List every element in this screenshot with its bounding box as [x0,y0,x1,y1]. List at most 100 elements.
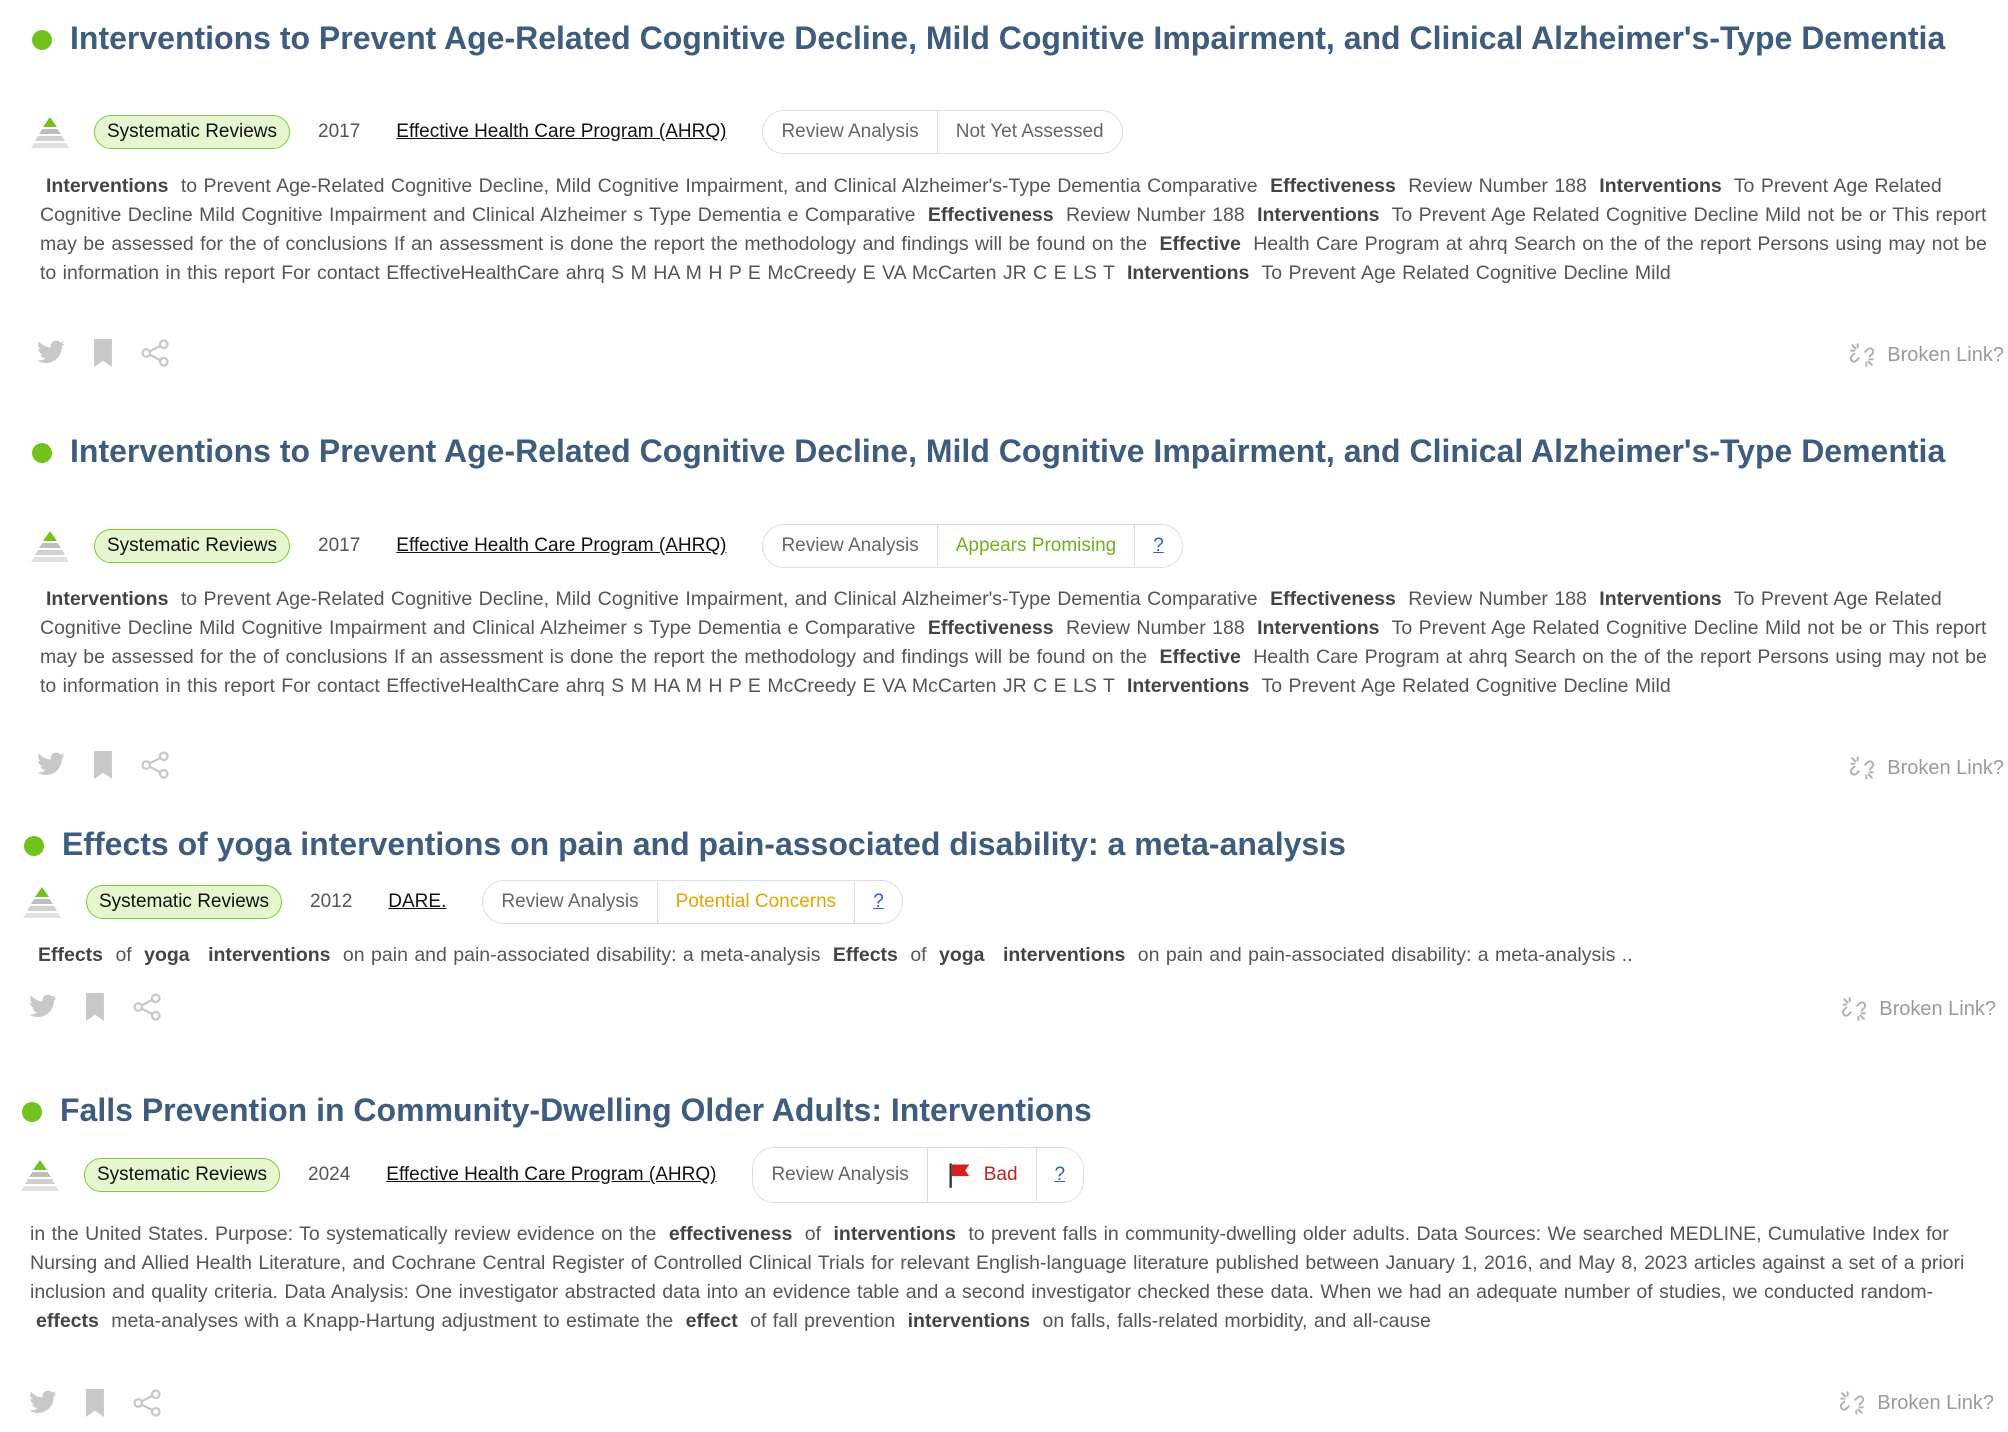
result-type-badge: Systematic Reviews [86,885,282,919]
snippet-highlight: Interventions [1257,617,1380,639]
snippet-text: of [903,944,934,966]
result-actions [28,992,188,1022]
result-meta: Systematic Reviews 2024 Effective Health… [20,1147,1085,1203]
snippet-highlight: effectiveness [668,1223,793,1245]
bookmark-icon[interactable] [84,993,106,1021]
result-source-link[interactable]: Effective Health Care Program (AHRQ) [396,535,726,557]
pyramid-icon [21,1160,59,1191]
broken-link-button[interactable]: Broken Link? [1849,342,2004,368]
result-title[interactable]: Effects of yoga interventions on pain an… [62,826,1942,862]
review-analysis-help-link[interactable]: ? [1035,1148,1084,1202]
snippet-text: of [798,1223,828,1245]
broken-link-button[interactable]: Broken Link? [1841,996,1996,1022]
snippet-text: on pain and pain-associated disability: … [1131,944,1633,966]
twitter-icon[interactable] [36,752,66,778]
share-icon[interactable] [132,992,162,1022]
snippet-text: to Prevent Age-Related Cognitive Decline… [174,175,1265,197]
snippet-highlight: Interventions [1599,588,1722,610]
snippet-highlight: interventions [1002,944,1126,966]
broken-link-label: Broken Link? [1887,343,2004,366]
snippet-text: on pain and pain-associated disability: … [336,944,827,966]
snippet-highlight: effects [36,1310,99,1332]
snippet-highlight: Effective [1159,646,1241,668]
pyramid-icon [31,531,69,562]
review-analysis-label: Review Analysis [483,881,658,923]
result-source-link[interactable]: DARE. [388,891,446,913]
result-actions [36,338,196,368]
snippet-text: in the United States. Purpose: To system… [30,1223,663,1245]
snippet-highlight: Effectiveness [1270,588,1396,610]
broken-link-label: Broken Link? [1887,756,2004,779]
result-year: 2012 [310,891,353,912]
snippet-highlight: effect [685,1310,738,1332]
broken-link-icon [1842,997,1867,1021]
review-analysis-label: Review Analysis [753,1148,928,1202]
bookmark-icon[interactable] [92,751,114,779]
twitter-icon[interactable] [28,1390,58,1416]
result-source-link[interactable]: Effective Health Care Program (AHRQ) [386,1164,716,1186]
review-analysis-label: Review Analysis [763,525,938,567]
pyramid-icon [31,117,69,148]
result-status-dot [22,1102,42,1122]
snippet-highlight: Interventions [1599,175,1722,197]
red-flag-icon [949,1163,970,1188]
review-analysis-help-link[interactable]: ? [1134,525,1182,567]
result-title[interactable]: Interventions to Prevent Age-Related Cog… [70,433,1950,469]
result-title[interactable]: Interventions to Prevent Age-Related Cog… [70,20,1950,56]
snippet-highlight: Interventions [1257,204,1380,226]
review-analysis-help-link[interactable]: ? [854,881,902,923]
result-snippet: in the United States. Purpose: To system… [30,1220,1980,1336]
result-title-row: Interventions to Prevent Age-Related Cog… [32,20,1950,56]
result-year: 2017 [318,535,361,556]
result-title-row: Falls Prevention in Community-Dwelling O… [22,1092,1940,1128]
review-analysis-status: Bad [983,1164,1018,1185]
snippet-text: on falls, falls-related morbidity, and a… [1036,1310,1431,1332]
snippet-text: to Prevent Age-Related Cognitive Decline… [174,588,1265,610]
review-analysis-box: Review Analysis Appears Promising ? [762,524,1183,568]
snippet-text [991,944,997,966]
broken-link-button[interactable]: Broken Link? [1849,755,2004,781]
snippet-highlight: Effective [1159,233,1241,255]
snippet-text: of fall prevention [743,1310,902,1332]
twitter-icon[interactable] [36,340,66,366]
share-icon[interactable] [140,750,170,780]
snippet-highlight: interventions [833,1223,956,1245]
result-title[interactable]: Falls Prevention in Community-Dwelling O… [60,1092,1940,1128]
snippet-text: of [109,944,139,966]
snippet-text: Review Number 188 [1401,175,1594,197]
result-meta: Systematic Reviews 2017 Effective Health… [30,524,1183,568]
result-status-dot [32,30,52,50]
bookmark-icon[interactable] [84,1389,106,1417]
review-analysis-status: Not Yet Assessed [955,121,1104,142]
result-year: 2017 [318,121,361,142]
snippet-highlight: Effects [832,944,898,966]
snippet-highlight: interventions [208,944,331,966]
snippet-highlight: Effects [38,944,104,966]
share-icon[interactable] [140,338,170,368]
result-title-row: Interventions to Prevent Age-Related Cog… [32,433,1950,469]
result-type-badge: Systematic Reviews [94,115,290,149]
snippet-highlight: Effectiveness [1270,175,1396,197]
broken-link-icon [1840,1391,1865,1415]
snippet-text: Review Number 188 [1059,617,1252,639]
review-analysis-box: Review Analysis Potential Concerns ? [482,880,903,924]
result-source-link[interactable]: Effective Health Care Program (AHRQ) [396,121,726,143]
result-meta: Systematic Reviews 2012 DARE. Review Ana… [22,880,903,924]
bookmark-icon[interactable] [92,339,114,367]
snippet-text: Review Number 188 [1401,588,1594,610]
twitter-icon[interactable] [28,994,58,1020]
result-status-dot [32,443,52,463]
review-analysis-status-wrap: Bad [928,1148,1036,1202]
snippet-text: Review Number 188 [1059,204,1252,226]
broken-link-label: Broken Link? [1879,997,1996,1020]
snippet-highlight: Interventions [1126,262,1250,284]
result-snippet: Interventions to Prevent Age-Related Cog… [40,172,2000,288]
broken-link-icon [1850,343,1875,367]
snippet-highlight: Effectiveness [927,204,1054,226]
share-icon[interactable] [132,1388,162,1418]
result-snippet: Effects of yoga interventions on pain an… [32,941,1992,970]
snippet-highlight: Effectiveness [927,617,1054,639]
broken-link-label: Broken Link? [1877,1391,1994,1414]
result-type-badge: Systematic Reviews [84,1158,280,1192]
broken-link-button[interactable]: Broken Link? [1839,1390,1994,1416]
